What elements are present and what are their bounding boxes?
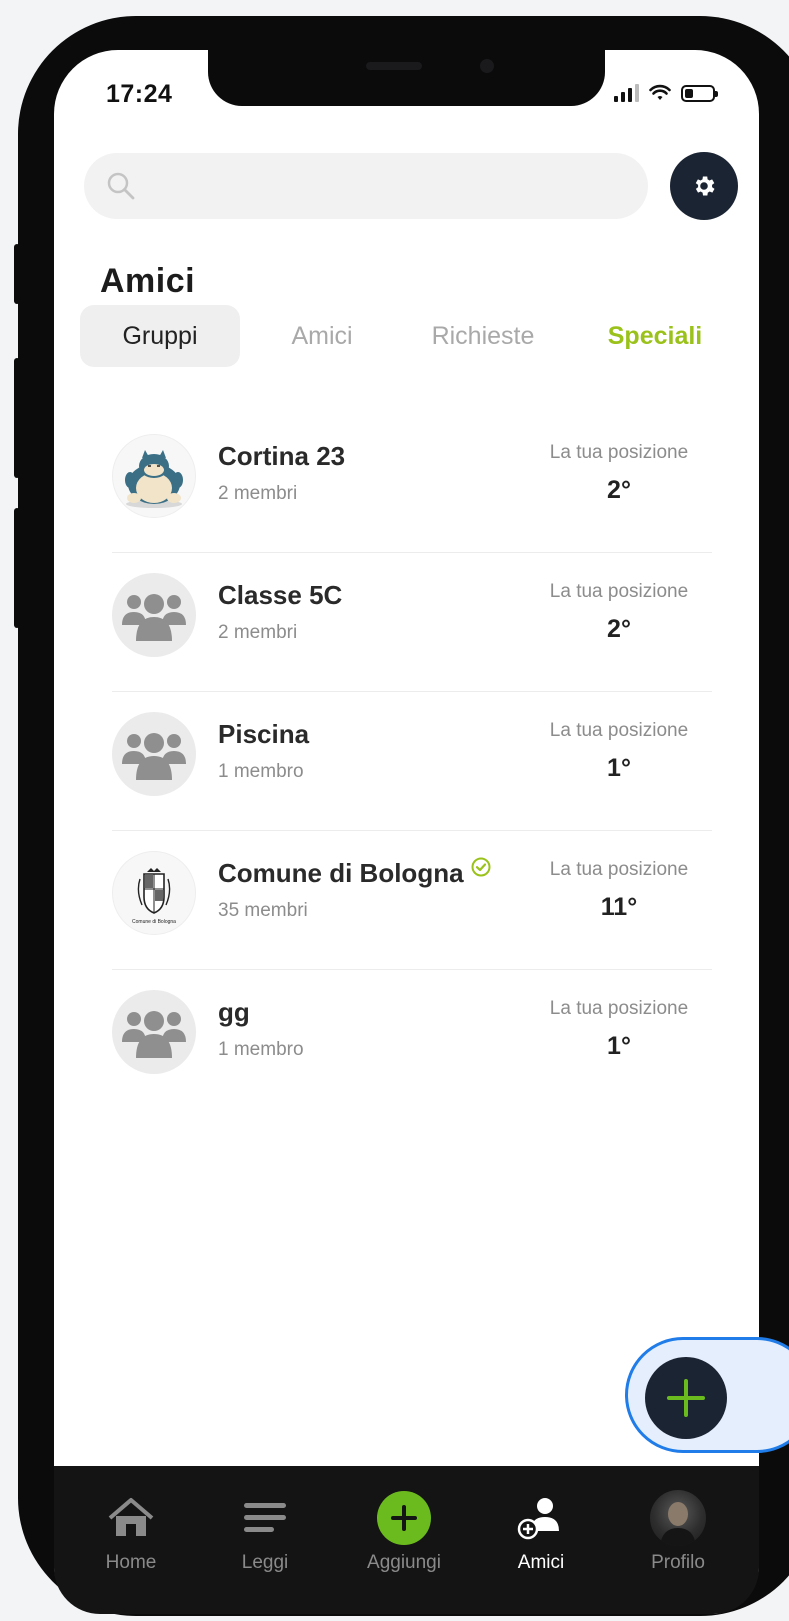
position-label: La tua posizione: [549, 442, 689, 463]
crest-caption: Comune di Bologna: [132, 919, 176, 925]
group-name: gg: [218, 997, 250, 1027]
tab-amici[interactable]: Amici: [252, 305, 392, 367]
nav-amici[interactable]: Amici: [481, 1466, 601, 1596]
position-value: 1°: [607, 1032, 631, 1060]
status-time: 17:24: [106, 80, 173, 108]
group-members: 1 membro: [218, 761, 304, 782]
verified-check-icon: [471, 857, 491, 877]
home-icon: [101, 1488, 161, 1548]
position-label: La tua posizione: [549, 720, 689, 741]
tab-bar: Gruppi Amici Richieste Speciali: [80, 305, 740, 367]
search-icon: [107, 172, 135, 200]
search-bar[interactable]: [84, 153, 648, 219]
status-icons: [614, 84, 718, 102]
gear-icon: [695, 176, 715, 196]
wifi-icon: [649, 84, 671, 100]
nav-profilo[interactable]: Profilo: [618, 1466, 738, 1596]
page-title: Amici: [100, 262, 196, 300]
position-value: 2°: [607, 476, 631, 504]
tab-richieste[interactable]: Richieste: [403, 305, 563, 367]
signal-icon: [614, 84, 639, 102]
group-row-classe-5c[interactable]: Classe 5C 2 membri La tua posizione 2°: [112, 553, 712, 692]
create-group-button[interactable]: [645, 1357, 727, 1439]
nav-label: Amici: [517, 1552, 565, 1573]
phone-notch: [208, 50, 605, 106]
plus-circle-icon: [374, 1488, 434, 1548]
position-value: 11°: [600, 893, 638, 921]
tab-gruppi[interactable]: Gruppi: [80, 305, 240, 367]
battery-icon: [681, 84, 718, 102]
group-name: Classe 5C: [218, 580, 343, 610]
settings-button[interactable]: [670, 152, 738, 220]
nav-aggiungi[interactable]: Aggiungi: [344, 1466, 464, 1596]
group-row-comune-di-bologna[interactable]: Comune di Bologna Comune di Bologna 35 m…: [112, 831, 712, 970]
group-row-cortina-23[interactable]: Cortina 23 2 membri La tua posizione 2°: [112, 414, 712, 553]
add-friend-icon: [511, 1488, 571, 1548]
nav-label: Profilo: [651, 1552, 705, 1573]
group-list: Cortina 23 2 membri La tua posizione 2° …: [112, 414, 712, 1109]
nav-label: Aggiungi: [367, 1552, 441, 1573]
group-people-icon: [112, 990, 196, 1074]
position-value: 2°: [607, 615, 631, 643]
group-members: 1 membro: [218, 1039, 304, 1060]
group-members: 2 membri: [218, 483, 298, 504]
position-value: 1°: [607, 754, 631, 782]
profile-avatar: [648, 1488, 708, 1548]
tab-speciali[interactable]: Speciali: [580, 305, 730, 367]
group-name: Comune di Bologna: [218, 857, 492, 889]
group-row-gg[interactable]: gg 1 membro La tua posizione 1°: [112, 970, 712, 1109]
comune-bologna-crest: Comune di Bologna: [112, 851, 196, 935]
plus-icon: [667, 1379, 705, 1417]
position-label: La tua posizione: [549, 998, 689, 1019]
nav-label: Home: [105, 1552, 157, 1573]
group-members: 35 membri: [218, 900, 308, 921]
group-people-icon: [112, 712, 196, 796]
nav-home[interactable]: Home: [71, 1466, 191, 1596]
group-members: 2 membri: [218, 622, 298, 643]
group-name-text: Comune di Bologna: [218, 858, 464, 888]
group-name: Piscina: [218, 719, 310, 749]
menu-lines-icon: [235, 1488, 295, 1548]
search-input[interactable]: [136, 153, 648, 219]
group-row-piscina[interactable]: Piscina 1 membro La tua posizione 1°: [112, 692, 712, 831]
nav-leggi[interactable]: Leggi: [205, 1466, 325, 1596]
group-name: Cortina 23: [218, 441, 346, 471]
group-people-icon: [112, 573, 196, 657]
position-label: La tua posizione: [549, 581, 689, 602]
position-label: La tua posizione: [549, 859, 689, 880]
nav-label: Leggi: [241, 1552, 289, 1573]
bottom-nav: Home Leggi Aggiungi Amici Profilo: [54, 1466, 759, 1614]
snorlax-avatar: [112, 434, 196, 518]
